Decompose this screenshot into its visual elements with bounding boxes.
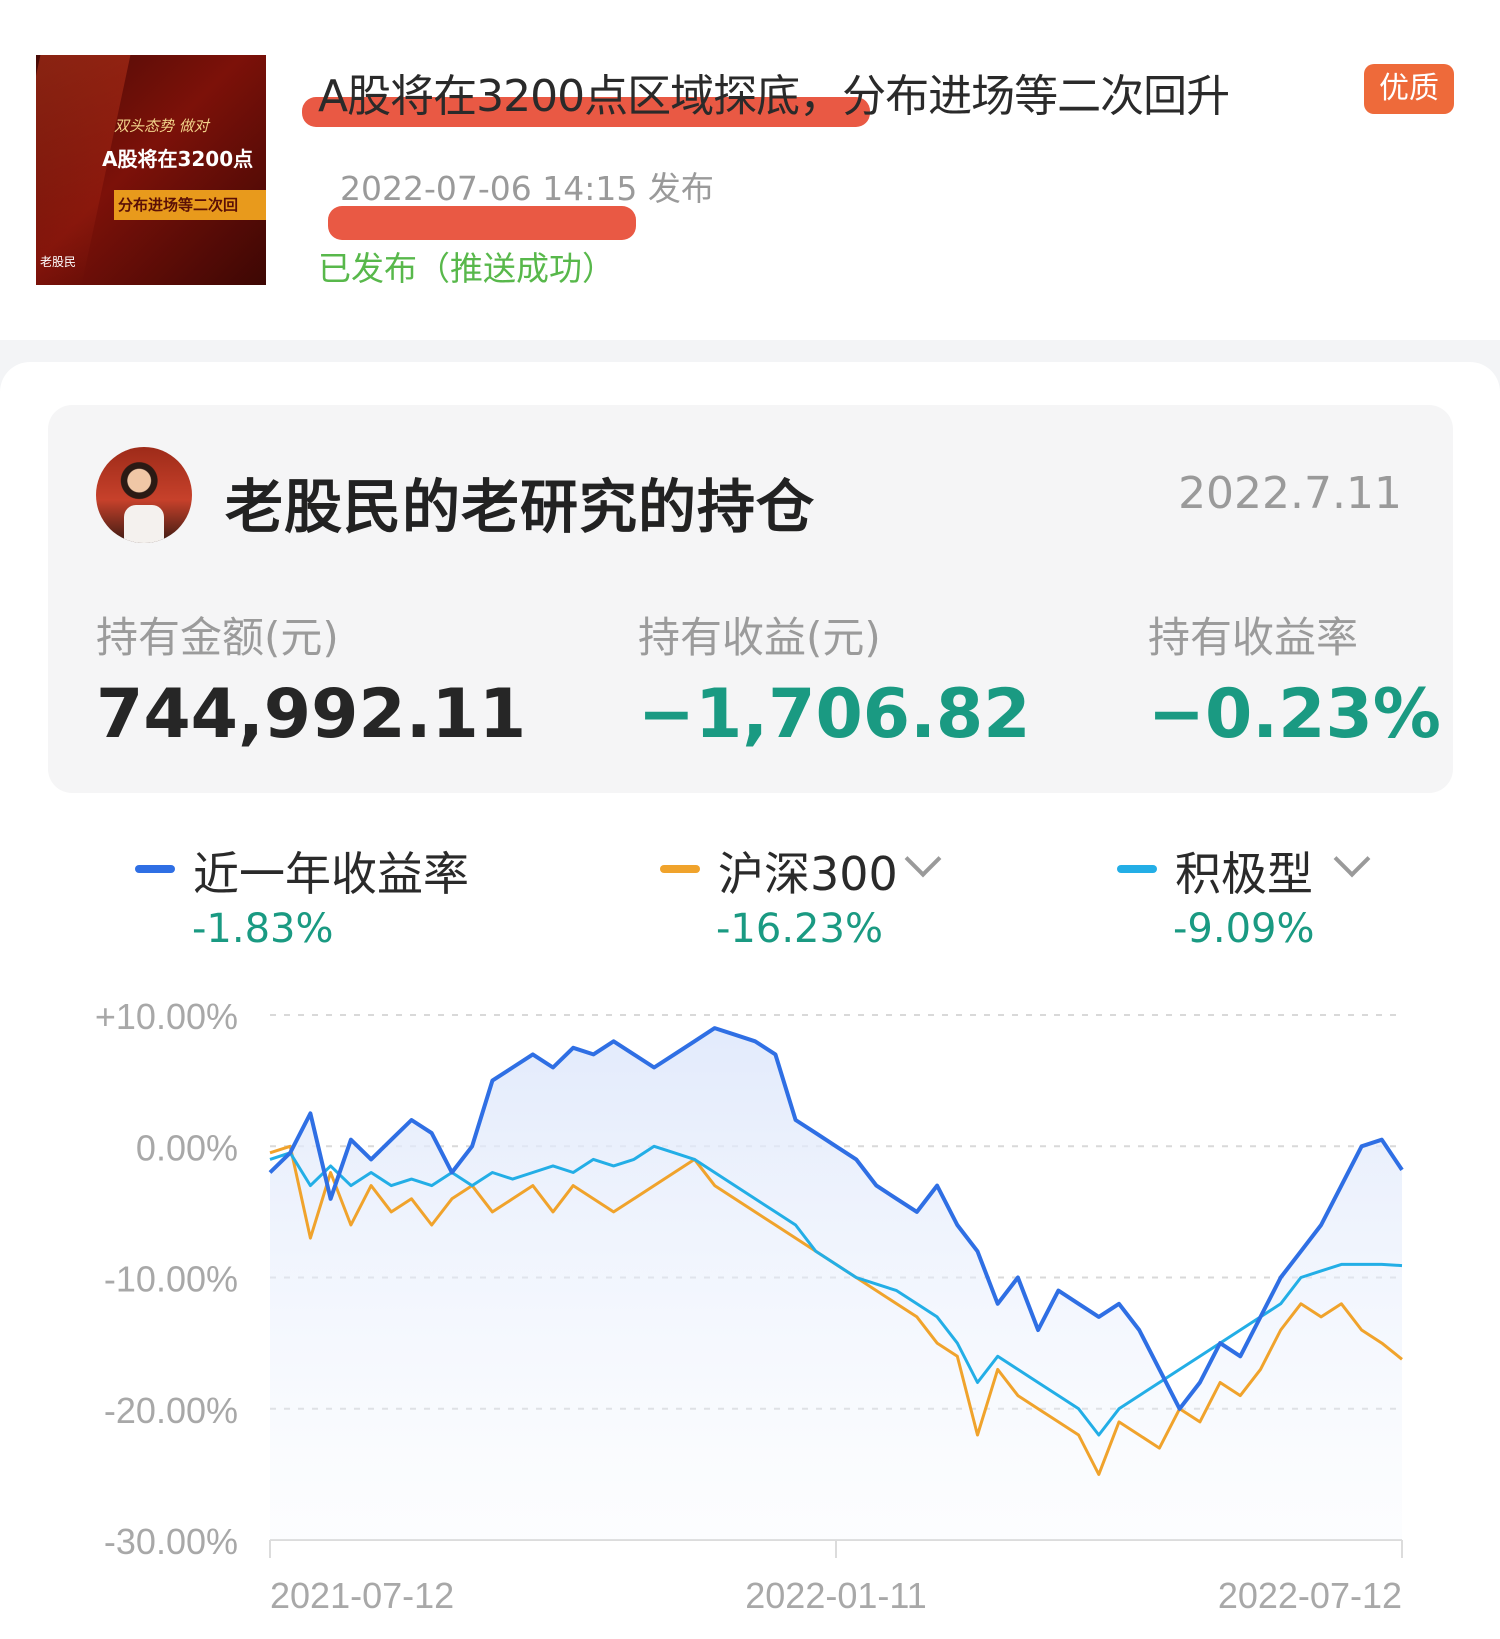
portfolio-date: 2022.7.11: [1178, 468, 1402, 519]
y-tick-label: -20.00%: [104, 1390, 238, 1431]
thumbnail-caption-1: 双头态势 做对: [114, 117, 209, 135]
y-tick-label: 0.00%: [136, 1127, 238, 1168]
redaction-mark: [328, 206, 636, 240]
legend-label-csi300: 沪深300: [718, 847, 898, 901]
article-status: 已发布（推送成功）: [318, 249, 615, 288]
article-thumbnail[interactable]: 双头态势 做对 A股将在3200点 分布进场等二次回 老股民: [36, 55, 266, 285]
portfolio-title: 老股民的老研究的持仓: [225, 473, 816, 541]
legend-value-csi300: -16.23%: [716, 906, 883, 952]
legend-value-aggressive: -9.09%: [1173, 906, 1315, 952]
legend-label-aggressive: 积极型: [1175, 847, 1313, 901]
legend-swatch-portfolio: [135, 865, 175, 873]
y-tick-label: +10.00%: [95, 996, 238, 1037]
y-tick-label: -30.00%: [104, 1521, 238, 1562]
legend-swatch-aggressive: [1117, 865, 1157, 873]
article-publish-time: 2022-07-06 14:15 发布: [340, 169, 714, 208]
holding-profit-value: −1,706.82: [638, 675, 1031, 754]
return-chart[interactable]: +10.00% 0.00% -10.00% -20.00% -30.00% 2021-07…: [0, 990, 1500, 1630]
x-tick-label: 2021-07-12: [270, 1575, 454, 1616]
legend-swatch-csi300: [660, 865, 700, 873]
legend-value-portfolio: -1.83%: [192, 906, 334, 952]
thumbnail-caption-3: 分布进场等二次回: [114, 190, 266, 220]
thumbnail-caption-4: 老股民: [40, 255, 77, 269]
quality-badge: 优质: [1364, 64, 1454, 114]
x-tick-label: 2022-07-12: [1218, 1575, 1402, 1616]
avatar[interactable]: [96, 447, 192, 543]
holding-amount-label: 持有金额(元): [96, 613, 339, 662]
legend-label-portfolio: 近一年收益率: [193, 847, 469, 901]
article-title[interactable]: A股将在3200点区域探底，分布进场等二次回升: [318, 60, 1338, 124]
holding-amount-value: 744,992.11: [96, 675, 527, 754]
holding-return-label: 持有收益率: [1148, 613, 1359, 662]
holding-profit-label: 持有收益(元): [638, 613, 881, 662]
y-tick-label: -10.00%: [104, 1259, 238, 1300]
article-card[interactable]: 双头态势 做对 A股将在3200点 分布进场等二次回 老股民 A股将在3200点…: [0, 0, 1500, 340]
area-fill: [270, 1028, 1402, 1540]
holding-return-value: −0.23%: [1148, 675, 1441, 754]
thumbnail-caption-2: A股将在3200点: [102, 147, 254, 171]
avatar-figure: [124, 505, 164, 543]
x-tick-label: 2022-01-11: [745, 1575, 926, 1616]
